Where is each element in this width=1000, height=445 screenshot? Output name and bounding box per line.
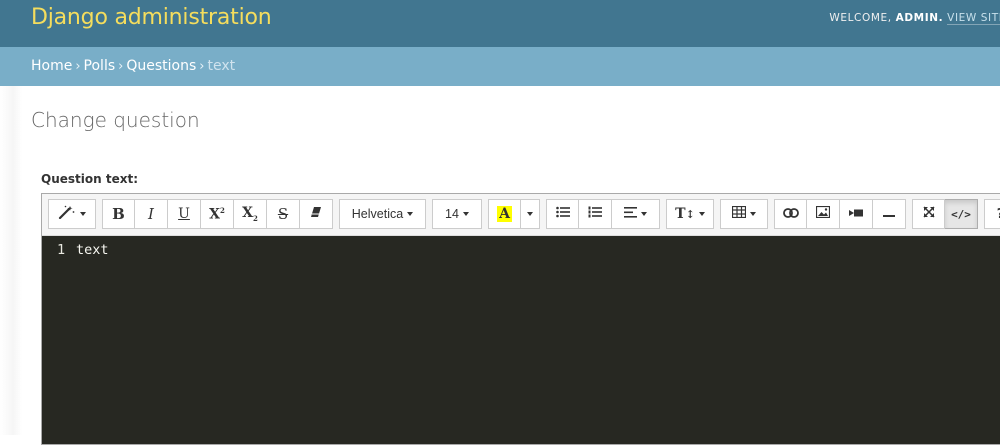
italic-button[interactable]: I xyxy=(135,199,168,229)
magic-wand-icon xyxy=(58,205,76,223)
italic-icon: I xyxy=(148,205,154,223)
superscript-button[interactable]: X2 xyxy=(201,199,234,229)
chevron-down-icon xyxy=(527,212,533,216)
strikethrough-button[interactable]: S xyxy=(267,199,300,229)
code-line[interactable]: text xyxy=(76,242,109,258)
breadcrumb-separator: › xyxy=(118,59,124,74)
breadcrumb-questions[interactable]: Questions xyxy=(126,58,196,74)
page-edge-shadow xyxy=(0,86,22,435)
link-button[interactable] xyxy=(774,199,807,229)
table-icon xyxy=(731,205,747,222)
code-view-button[interactable]: </> xyxy=(945,199,978,229)
view-site-link[interactable]: VIEW SITE xyxy=(947,12,1000,25)
fullscreen-button[interactable] xyxy=(912,199,945,229)
table-dropdown[interactable] xyxy=(720,199,768,229)
horizontal-rule-button[interactable] xyxy=(873,199,906,229)
ordered-list-button[interactable] xyxy=(579,199,612,229)
font-name-value: Helvetica xyxy=(351,207,404,221)
bullet-list-icon xyxy=(555,206,570,222)
user-tools: WELCOME, ADMIN. VIEW SITE xyxy=(829,12,1000,25)
line-number: 1 xyxy=(57,242,66,258)
paragraph-align-dropdown[interactable] xyxy=(612,199,660,229)
breadcrumb-polls[interactable]: Polls xyxy=(84,58,116,74)
question-text-label: Question text: xyxy=(41,172,138,186)
chevron-down-icon xyxy=(641,212,647,216)
link-icon xyxy=(782,207,799,222)
minus-icon xyxy=(883,207,895,222)
chevron-down-icon xyxy=(462,212,469,216)
text-color-icon: A xyxy=(497,206,512,222)
breadcrumb: Home › Polls › Questions › text xyxy=(0,47,1000,86)
username: ADMIN. xyxy=(895,12,944,24)
underline-button[interactable]: U xyxy=(168,199,201,229)
subscript-icon: X2 xyxy=(242,205,258,223)
fullscreen-icon xyxy=(922,206,935,222)
code-editor[interactable]: 1 text xyxy=(42,236,1000,444)
unordered-list-button[interactable] xyxy=(546,199,579,229)
eraser-icon xyxy=(310,206,322,222)
help-button[interactable]: ? xyxy=(984,199,1000,229)
strikethrough-icon: S xyxy=(277,205,289,223)
subscript-button[interactable]: X2 xyxy=(234,199,267,229)
editor-toolbar: B I U X2 X2 S Helvetica 14 A T↕ </> xyxy=(42,194,1000,236)
breadcrumb-separator: › xyxy=(75,59,81,74)
font-size-value: 14 xyxy=(445,207,459,221)
font-size-dropdown[interactable]: 14 xyxy=(432,199,482,229)
video-button[interactable] xyxy=(840,199,873,229)
font-name-dropdown[interactable]: Helvetica xyxy=(339,199,426,229)
clear-format-button[interactable] xyxy=(300,199,333,229)
chevron-down-icon xyxy=(750,212,756,216)
chevron-down-icon xyxy=(80,212,86,216)
numbered-list-icon xyxy=(588,206,602,222)
site-title[interactable]: Django administration xyxy=(31,5,272,30)
picture-button[interactable] xyxy=(807,199,840,229)
superscript-icon: X2 xyxy=(209,205,225,223)
bold-button[interactable]: B xyxy=(102,199,135,229)
picture-icon xyxy=(815,205,831,222)
video-icon xyxy=(849,207,863,222)
welcome-text: WELCOME, xyxy=(829,12,892,24)
chevron-down-icon xyxy=(698,212,705,216)
color-dropdown-button[interactable] xyxy=(521,199,540,229)
breadcrumb-home[interactable]: Home xyxy=(31,58,72,74)
color-button[interactable]: A xyxy=(488,199,521,229)
align-left-icon xyxy=(624,206,637,222)
text-height-icon: T↕ xyxy=(675,206,695,222)
breadcrumb-separator: › xyxy=(199,59,205,74)
page-title: Change question xyxy=(31,108,200,132)
bold-icon: B xyxy=(112,205,125,223)
chevron-down-icon xyxy=(407,212,414,216)
underline-icon: U xyxy=(178,206,190,222)
rich-text-editor: B I U X2 X2 S Helvetica 14 A T↕ </> 1 te… xyxy=(41,193,1000,445)
header: Django administration WELCOME, ADMIN. VI… xyxy=(0,0,1000,47)
breadcrumb-current: text xyxy=(207,58,236,74)
style-button[interactable] xyxy=(48,199,96,229)
code-icon: </> xyxy=(951,207,971,221)
line-height-dropdown[interactable]: T↕ xyxy=(666,199,714,229)
